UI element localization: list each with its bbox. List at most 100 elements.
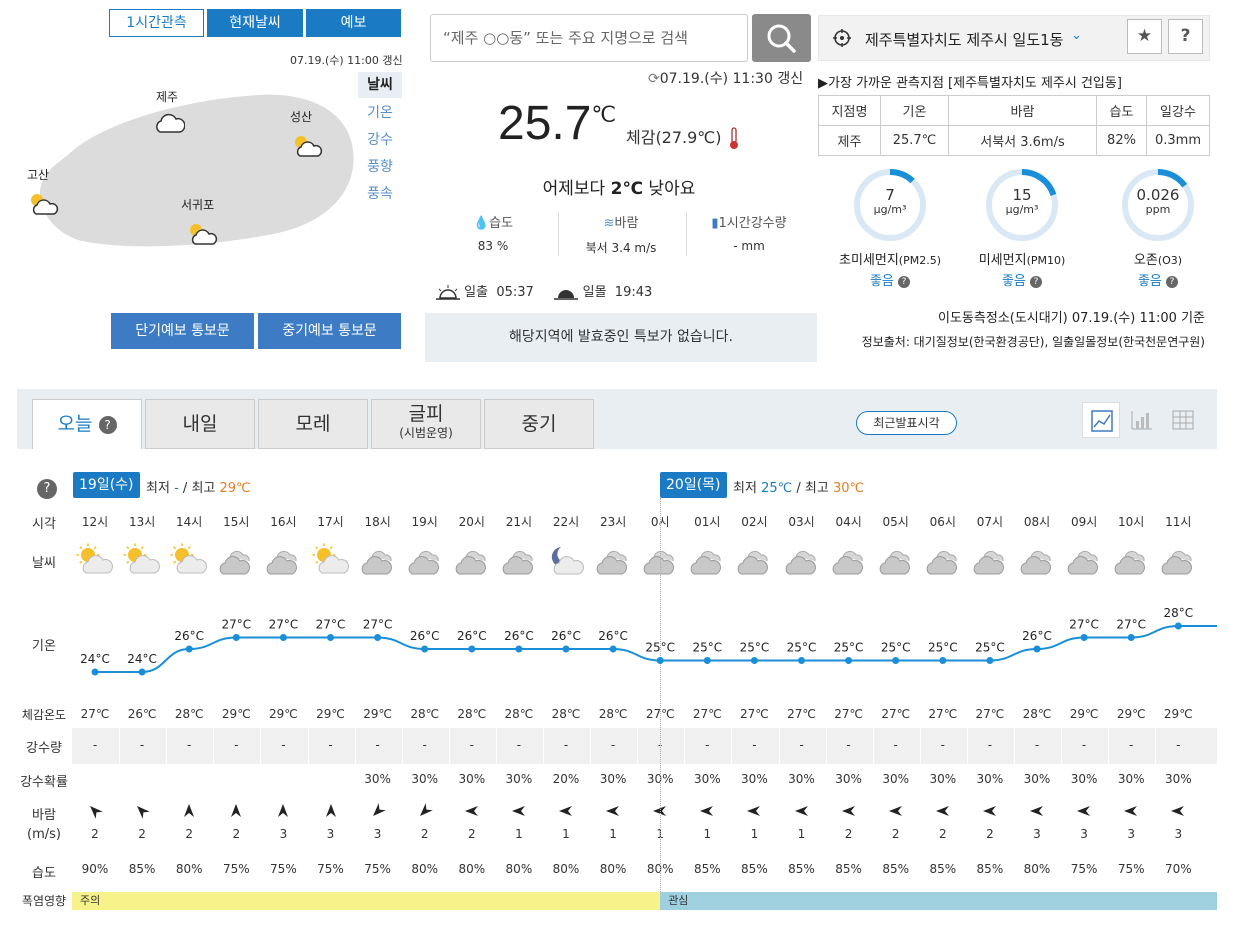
feels-like-cell: 29℃ <box>363 707 392 721</box>
feels-like-cell: 27℃ <box>928 707 958 721</box>
cloud-icon <box>217 543 255 581</box>
map-city-label[interactable]: 고산 <box>27 166 49 183</box>
tab-forecast[interactable]: 예보 <box>306 9 401 37</box>
air-quality-item[interactable]: 7 μg/m³ 초미세먼지(PM2.5) 좋음 ? <box>830 165 950 289</box>
help-icon[interactable]: ? <box>898 275 911 288</box>
tab-mid-term[interactable]: 중기 <box>484 399 594 449</box>
search-button[interactable] <box>752 14 811 62</box>
location-name[interactable]: 제주특별자치도 제주시 일도1동 <box>865 29 1063 50</box>
wind-speed-cell: 3 <box>279 827 288 841</box>
side-item-wind-dir[interactable]: 풍향 <box>358 156 402 176</box>
side-item-rain[interactable]: 강수 <box>358 129 402 149</box>
wind-value: 북서 3.4 m/s <box>585 241 657 255</box>
question-icon: ? <box>1180 26 1191 46</box>
temperature-point <box>1033 645 1041 653</box>
wind-arrow-icon <box>841 802 857 824</box>
temperature-point <box>609 645 617 653</box>
temperature-label: 27°C <box>221 618 251 632</box>
partly-sunny-icon[interactable] <box>186 220 218 250</box>
row-label-humidity: 습도 <box>32 866 56 881</box>
map-city-label[interactable]: 성산 <box>290 108 312 125</box>
latest-release-button[interactable]: 최근발표시각 <box>856 411 957 435</box>
pop-cell: 30% <box>364 772 391 786</box>
temperature-label: 28°C <box>1163 606 1193 620</box>
partly-sunny-icon[interactable] <box>27 190 59 220</box>
favorite-button[interactable]: ★ <box>1127 19 1162 54</box>
temperature-label: 26°C <box>457 629 487 643</box>
air-value: 0.026 <box>1136 186 1180 204</box>
wind-arrow-icon <box>794 802 810 824</box>
tab-hourly-obs[interactable]: 1시간관측 <box>109 9 204 37</box>
air-unit: ppm <box>1145 203 1171 216</box>
hour-label: 12시 <box>81 515 109 529</box>
hour-label: 16시 <box>270 515 297 529</box>
temperature-label: 25°C <box>645 641 675 655</box>
cloud-icon <box>1065 543 1103 581</box>
partly-sunny-icon[interactable] <box>291 132 323 162</box>
help-icon[interactable]: ? <box>1166 275 1179 288</box>
tab-current-weather[interactable]: 현재날씨 <box>207 9 303 37</box>
wind-speed-cell: 2 <box>91 827 99 841</box>
wind-arrow-icon <box>228 802 244 824</box>
humidity-cell: 80% <box>1023 862 1051 876</box>
cloud-icon <box>735 543 773 581</box>
pop-cell: 30% <box>929 772 957 786</box>
wind-speed-cell: 1 <box>562 827 570 841</box>
help-icon[interactable]: ? <box>98 415 117 434</box>
hour-label: 01시 <box>694 515 721 529</box>
graph-view-button[interactable] <box>1082 402 1120 438</box>
help-button[interactable]: ? <box>1168 19 1203 54</box>
air-quality-item[interactable]: 15 μg/m³ 미세먼지(PM10) 좋음 ? <box>962 165 1082 289</box>
feels-like-cell: 26℃ <box>127 707 157 721</box>
map-city-label[interactable]: 제주 <box>156 88 178 105</box>
air-quality-item[interactable]: 0.026 ppm 오존(O3) 좋음 ? <box>1098 165 1218 289</box>
humidity-cell: 85% <box>835 862 862 876</box>
wind-speed-cell: 2 <box>232 827 241 841</box>
pop-cell: 30% <box>505 772 533 786</box>
map-city-label[interactable]: 서귀포 <box>181 196 214 213</box>
bar-graph-icon[interactable] <box>1128 408 1154 432</box>
sunrise-time: 05:37 <box>496 285 534 300</box>
mid-term-bulletin-button[interactable]: 중기예보 통보문 <box>258 313 401 349</box>
partly-sunny-icon <box>76 543 114 581</box>
temperature-label: 25°C <box>692 641 722 655</box>
partly-sunny-icon <box>312 543 350 581</box>
short-term-bulletin-button[interactable]: 단기예보 통보문 <box>111 313 254 349</box>
wind-speed-cell: 3 <box>373 827 382 841</box>
pop-cell: 30% <box>882 772 910 786</box>
temperature-point <box>1080 634 1088 641</box>
chevron-down-icon[interactable]: ⌄ <box>1071 28 1082 43</box>
tab-today[interactable]: 오늘 ? <box>32 399 142 449</box>
humidity-cell: 80% <box>552 862 580 876</box>
wind-arrow-icon <box>87 802 103 824</box>
air-sub-label: (PM10) <box>1026 254 1066 267</box>
help-icon[interactable]: ? <box>1030 275 1043 288</box>
rain-cell: - <box>139 738 145 752</box>
table-view-icon[interactable] <box>1170 408 1196 432</box>
tab-day-after[interactable]: 모레 <box>258 399 368 449</box>
humidity-cell: 85% <box>741 862 768 876</box>
line-graph-icon <box>1091 410 1113 432</box>
side-item-wind-speed[interactable]: 풍속 <box>358 183 402 203</box>
wind-arrow-icon <box>1123 802 1139 824</box>
cloud-icon[interactable] <box>153 110 186 138</box>
help-icon[interactable]: ? <box>37 479 57 499</box>
side-item-temp[interactable]: 기온 <box>358 102 402 122</box>
rain-cell: - <box>705 738 710 752</box>
temperature-label: 26°C <box>410 629 440 643</box>
refresh-icon[interactable]: ⟳ <box>648 71 660 87</box>
side-item-weather[interactable]: 날씨 <box>358 72 402 98</box>
feels-like-cell: 29℃ <box>1116 707 1146 721</box>
wind-arrow-icon <box>134 802 150 824</box>
row-label-feels: 체감온도 <box>21 708 67 722</box>
tab-third-day[interactable]: 글피 (시범운영) <box>371 399 481 449</box>
wind-arrow-icon <box>181 802 197 824</box>
pop-cell: 30% <box>835 772 862 786</box>
humidity-cell: 85% <box>693 862 721 876</box>
rain-cell: - <box>234 738 239 752</box>
search-input[interactable]: “제주 ○○동” 또는 주요 지명으로 검색 <box>430 14 748 62</box>
humidity-cell: 80% <box>458 862 486 876</box>
tab-tomorrow[interactable]: 내일 <box>145 399 255 449</box>
humidity-cell: 80% <box>505 862 533 876</box>
humidity-cell: 75% <box>364 862 391 876</box>
